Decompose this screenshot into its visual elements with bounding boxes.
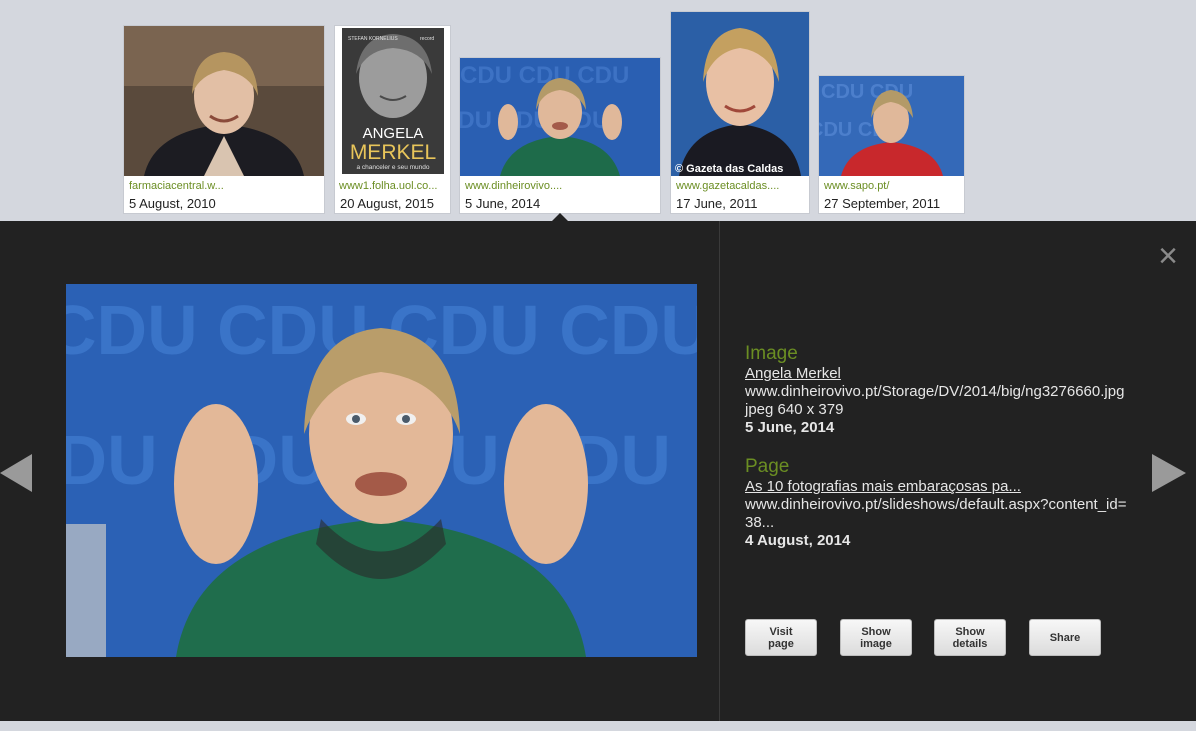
show-details-button[interactable]: Show details bbox=[934, 619, 1006, 656]
thumbnail-site[interactable]: www1.folha.uol.co... bbox=[339, 180, 447, 192]
image-section-heading: Image bbox=[745, 343, 798, 364]
thumbnail-card[interactable]: © Gazeta das Caldas www.gazetacaldas....… bbox=[671, 12, 809, 213]
image-url: www.dinheirovivo.pt/Storage/DV/2014/big/… bbox=[745, 383, 1125, 400]
share-button[interactable]: Share bbox=[1029, 619, 1101, 656]
image-info: Image Angela Merkel www.dinheirovivo.pt/… bbox=[745, 343, 1130, 550]
thumbnail-image[interactable]: CDU CDU CDU CDU CDU CDU bbox=[460, 58, 660, 176]
image-watermark: © Gazeta das Caldas bbox=[675, 163, 783, 175]
main-image[interactable]: CDU CDU CDU CDU CDU CDU CDU CDU bbox=[66, 284, 697, 657]
thumbnail-date: 17 June, 2011 bbox=[676, 196, 758, 211]
image-date: 5 June, 2014 bbox=[745, 419, 835, 436]
thumbnail-site[interactable]: farmaciacentral.w... bbox=[129, 180, 319, 192]
page-title-link[interactable]: As 10 fotografias mais embaraçosas pa... bbox=[745, 478, 1021, 495]
thumbnail-site[interactable]: www.sapo.pt/ bbox=[824, 180, 959, 192]
selected-caret bbox=[552, 213, 568, 221]
bottom-bar bbox=[0, 721, 1196, 731]
svg-text:CDU CDU CDU: CDU CDU CDU bbox=[460, 62, 629, 89]
thumbnail-date: 20 August, 2015 bbox=[340, 196, 434, 211]
thumbnail-image[interactable]: CDU CDU CDU CDU bbox=[819, 76, 964, 176]
book-subtitle: a chanceler e seu mundo bbox=[357, 164, 430, 171]
thumbnail-date: 5 June, 2014 bbox=[465, 196, 541, 211]
previous-arrow-icon[interactable] bbox=[0, 454, 32, 492]
page-url: www.dinheirovivo.pt/slideshows/default.a… bbox=[745, 496, 1127, 531]
book-title-line2: MERKEL bbox=[350, 141, 436, 164]
page-section: Page As 10 fotografias mais embaraçosas … bbox=[745, 456, 1130, 550]
show-image-button[interactable]: Show image bbox=[840, 619, 912, 656]
thumbnail-image[interactable] bbox=[124, 26, 324, 176]
thumbnail-card-selected[interactable]: CDU CDU CDU CDU CDU CDU www.dinheirovivo… bbox=[460, 58, 660, 213]
panel-divider bbox=[719, 221, 720, 721]
image-viewer-panel: × CDU CDU CDU CDU CDU CDU CDU CDU Image … bbox=[0, 221, 1196, 721]
thumbnail-site[interactable]: www.gazetacaldas.... bbox=[676, 180, 806, 192]
book-publisher: record bbox=[420, 36, 434, 42]
close-icon[interactable]: × bbox=[1153, 239, 1183, 273]
thumbnail-card[interactable]: STEFAN KORNELIUS record ANGELA MERKEL a … bbox=[335, 26, 450, 213]
thumbnail-date: 27 September, 2011 bbox=[824, 196, 941, 211]
image-meta: jpeg 640 x 379 bbox=[745, 401, 844, 418]
thumbnail-image[interactable]: © Gazeta das Caldas bbox=[671, 12, 809, 176]
page-section-heading: Page bbox=[745, 456, 790, 477]
book-title-line1: ANGELA bbox=[363, 125, 424, 142]
thumbnail-image[interactable]: STEFAN KORNELIUS record ANGELA MERKEL a … bbox=[342, 28, 444, 174]
next-arrow-icon[interactable] bbox=[1152, 454, 1186, 492]
thumbnail-card[interactable]: CDU CDU CDU CDU www.sapo.pt/ 27 Septembe… bbox=[819, 76, 964, 213]
image-title-link[interactable]: Angela Merkel bbox=[745, 365, 841, 382]
book-author: STEFAN KORNELIUS bbox=[348, 36, 398, 42]
thumbnail-card[interactable]: farmaciacentral.w... 5 August, 2010 bbox=[124, 26, 324, 213]
thumbnail-site[interactable]: www.dinheirovivo.... bbox=[465, 180, 655, 192]
svg-text:CDU CDU CDU: CDU CDU CDU bbox=[460, 107, 609, 134]
thumbnail-date: 5 August, 2010 bbox=[129, 196, 216, 211]
page-date: 4 August, 2014 bbox=[745, 532, 851, 549]
thumbnail-strip: farmaciacentral.w... 5 August, 2010 STEF… bbox=[0, 0, 1196, 221]
visit-page-button[interactable]: Visit page bbox=[745, 619, 817, 656]
